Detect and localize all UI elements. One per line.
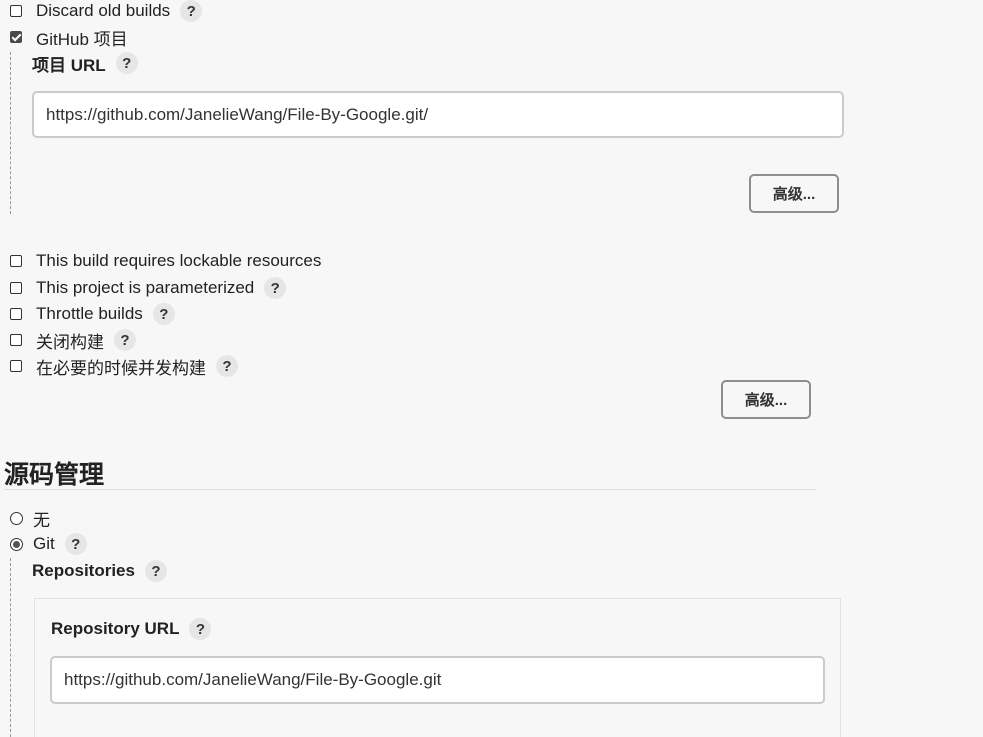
scm-none-radio[interactable]: [10, 511, 23, 525]
discard-old-builds-label: Discard old builds: [36, 1, 171, 20]
scm-git-row: Git ?: [10, 533, 87, 555]
project-url-help-icon[interactable]: ?: [115, 52, 138, 74]
lockable-resources-checkbox[interactable]: [10, 255, 22, 267]
project-url-label-row: 项目 URL ?: [32, 51, 138, 75]
throttle-builds-row: Throttle builds ?: [10, 303, 175, 325]
repositories-label: Repositories: [32, 561, 135, 580]
github-advanced-button[interactable]: 高级...: [749, 174, 839, 213]
repositories-label-row: Repositories ?: [32, 559, 167, 583]
parameterized-row: This project is parameterized ?: [10, 277, 287, 299]
scm-git-label: Git: [33, 534, 55, 553]
github-project-section-line: [10, 52, 11, 214]
github-project-label: GitHub 项目: [36, 29, 128, 49]
concurrent-build-label: 在必要的时候并发构建: [36, 358, 206, 378]
github-project-checkbox[interactable]: [10, 31, 22, 43]
discard-old-builds-row: Discard old builds ?: [10, 0, 203, 22]
repository-url-help-icon[interactable]: ?: [189, 618, 212, 640]
disable-build-checkbox[interactable]: [10, 334, 22, 346]
repository-url-label-row: Repository URL ?: [51, 617, 212, 641]
parameterized-help-icon[interactable]: ?: [264, 277, 287, 299]
scm-git-radio[interactable]: [10, 537, 23, 551]
concurrent-build-row: 在必要的时候并发构建 ?: [10, 355, 238, 378]
scm-section-divider: [4, 489, 816, 490]
git-section-line: [10, 558, 11, 737]
scm-none-label: 无: [33, 510, 50, 530]
concurrent-build-help-icon[interactable]: ?: [216, 355, 238, 377]
disable-build-label: 关闭构建: [36, 332, 104, 352]
project-url-label: 项目 URL: [32, 55, 106, 75]
throttle-builds-checkbox[interactable]: [10, 308, 22, 320]
concurrent-build-checkbox[interactable]: [10, 360, 22, 372]
scm-section-title: 源码管理: [4, 461, 105, 489]
github-project-row: GitHub 项目: [10, 26, 128, 49]
disable-build-row: 关闭构建 ?: [10, 329, 136, 352]
repository-url-input[interactable]: https://github.com/JanelieWang/File-By-G…: [50, 656, 825, 704]
lockable-resources-row: This build requires lockable resources: [10, 250, 321, 272]
parameterized-checkbox[interactable]: [10, 282, 22, 294]
discard-old-builds-checkbox[interactable]: [10, 5, 22, 17]
parameterized-label: This project is parameterized: [36, 278, 255, 297]
scm-none-row: 无: [10, 507, 50, 530]
disable-build-help-icon[interactable]: ?: [114, 329, 136, 351]
discard-old-builds-help-icon[interactable]: ?: [180, 0, 203, 22]
throttle-builds-label: Throttle builds: [36, 304, 143, 323]
scm-git-help-icon[interactable]: ?: [64, 533, 87, 555]
lockable-resources-label: This build requires lockable resources: [36, 251, 322, 270]
repositories-help-icon[interactable]: ?: [144, 560, 167, 582]
throttle-builds-help-icon[interactable]: ?: [152, 303, 175, 325]
general-advanced-button[interactable]: 高级...: [721, 380, 811, 419]
repository-url-label: Repository URL: [51, 619, 180, 638]
project-url-input[interactable]: https://github.com/JanelieWang/File-By-G…: [32, 91, 844, 138]
